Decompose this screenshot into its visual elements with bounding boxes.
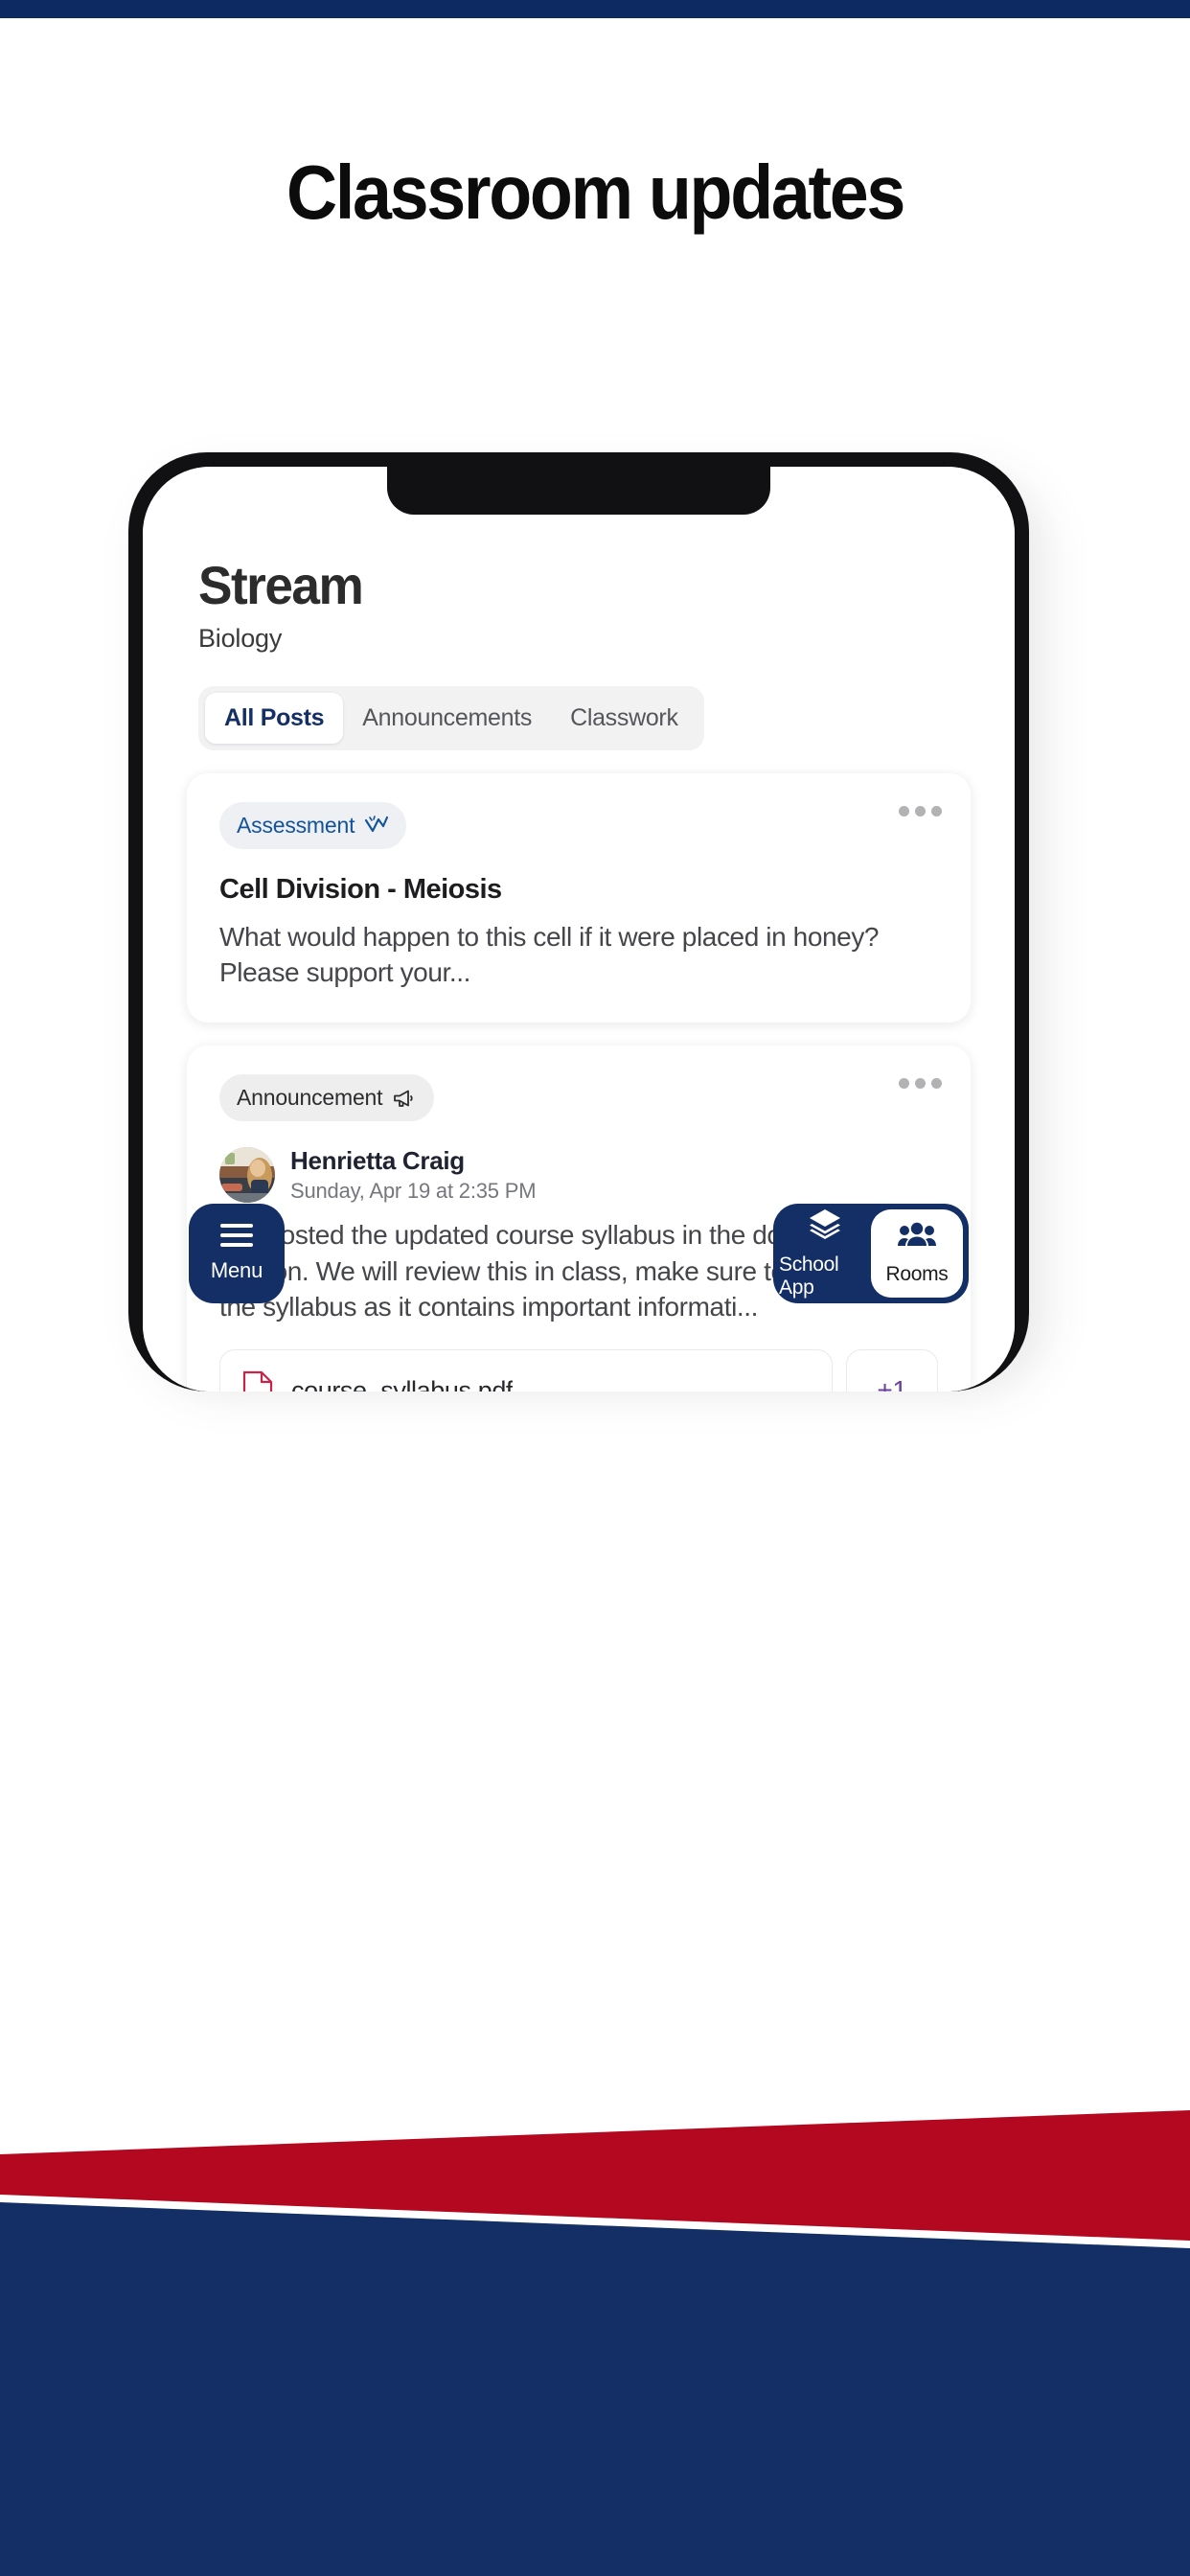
pdf-file-icon: pdf (241, 1369, 274, 1392)
background-decoration (0, 2060, 1190, 2576)
more-options-icon[interactable] (899, 1078, 942, 1090)
attachment-chip[interactable]: pdf course_syllabus.pdf (219, 1348, 833, 1392)
badge-assessment: Assessment (219, 801, 407, 849)
nav-label-rooms: Rooms (885, 1263, 949, 1285)
post-attachments: pdf course_syllabus.pdf +1 (219, 1348, 938, 1392)
phone-mute-switch (128, 577, 130, 644)
post-badges: Announcement (219, 1074, 938, 1122)
layers-icon (807, 1208, 843, 1245)
menu-button-label: Menu (210, 1258, 263, 1282)
phone-volume-up-button (128, 682, 130, 797)
screen-title: Stream (198, 555, 364, 615)
app-header: Stream Biology (143, 555, 1015, 654)
badge-label: Assessment (237, 812, 355, 838)
post-card[interactable]: Assessment Cell Division - Meiosis What … (187, 772, 971, 1024)
phone-screen: Stream Biology All Posts Announcements C… (143, 467, 1015, 1392)
megaphone-icon (392, 1088, 417, 1109)
tab-all-posts[interactable]: All Posts (205, 692, 344, 744)
author-meta: Henrietta Craig Sunday, Apr 19 at 2:35 P… (290, 1146, 537, 1204)
phone-mockup: Stream Biology All Posts Announcements C… (128, 452, 1062, 1397)
post-author: Henrietta Craig Sunday, Apr 19 at 2:35 P… (219, 1146, 938, 1204)
phone-volume-down-button (128, 821, 130, 936)
nav-label-school-app: School App (779, 1254, 839, 1299)
phone-notch (387, 467, 770, 515)
post-body: What would happen to this cell if it wer… (219, 921, 880, 988)
badge-label: Announcement (237, 1085, 383, 1111)
tab-announcements[interactable]: Announcements (343, 693, 551, 744)
app-switcher: School App Rooms (773, 1204, 969, 1303)
tab-classwork[interactable]: Classwork (551, 693, 698, 744)
page-root: Classroom updates Stream Biology All Pos… (0, 0, 1190, 2576)
post-badges: Assessment (219, 801, 938, 849)
attachment-overflow-count[interactable]: +1 (846, 1348, 938, 1392)
analytics-icon (364, 815, 389, 836)
menu-button[interactable]: Menu (189, 1204, 285, 1303)
author-name: Henrietta Craig (290, 1146, 465, 1176)
nav-item-school-app[interactable]: School App (779, 1208, 871, 1299)
filter-tabs: All Posts Announcements Classwork (198, 685, 704, 750)
people-icon (898, 1221, 936, 1254)
post-title: Cell Division - Meiosis (219, 873, 502, 905)
more-options-icon[interactable] (899, 805, 942, 816)
nav-item-rooms[interactable]: Rooms (871, 1209, 963, 1298)
phone-frame: Stream Biology All Posts Announcements C… (128, 452, 1029, 1392)
attachment-filename: course_syllabus.pdf (291, 1375, 514, 1392)
badge-announcement: Announcement (219, 1074, 435, 1122)
hamburger-icon (220, 1224, 253, 1247)
page-title: Classroom updates (286, 150, 905, 235)
avatar (219, 1147, 275, 1204)
course-name: Biology (198, 623, 283, 653)
post-timestamp: Sunday, Apr 19 at 2:35 PM (290, 1179, 537, 1204)
top-accent-bar (0, 0, 1190, 18)
